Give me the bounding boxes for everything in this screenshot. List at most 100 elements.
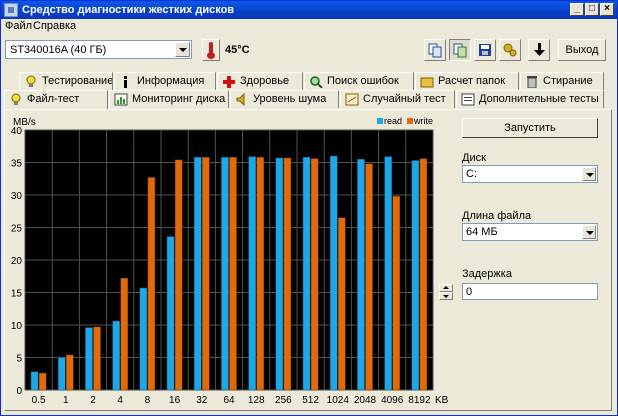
run-button[interactable]: Запустить — [462, 118, 598, 138]
tab-testing[interactable]: Тестирование — [19, 72, 113, 90]
bar-read — [166, 236, 175, 391]
tab-noise-level[interactable]: Уровень шума — [230, 90, 339, 108]
minimize-button[interactable]: _ — [570, 3, 584, 16]
bar-read — [139, 287, 148, 391]
window-title: Средство диагностики жестких дисков — [22, 4, 235, 16]
bar-write — [283, 157, 292, 391]
save-icon — [479, 44, 491, 56]
x-tick-label: 1 — [63, 395, 69, 406]
tab-label: Расчет папок — [438, 75, 506, 87]
tab-disk-monitor[interactable]: Мониторинг диска — [109, 90, 229, 108]
bar-read — [57, 357, 66, 391]
tab-label: Стирание — [543, 75, 593, 87]
x-tick-label: 4096 — [381, 395, 404, 406]
chevron-down-icon[interactable] — [582, 167, 596, 181]
bar-write — [66, 354, 74, 391]
settings-button[interactable] — [499, 39, 521, 61]
extra-tests-icon — [461, 93, 475, 106]
tab-erase[interactable]: Стирание — [520, 72, 604, 90]
bulb-icon — [26, 75, 36, 87]
file-length-select[interactable]: 64 МБ — [462, 223, 598, 241]
bar-write — [365, 163, 373, 391]
tab-health[interactable]: Здоровье — [217, 72, 303, 90]
bar-write — [93, 326, 101, 391]
x-axis-unit: KB — [435, 395, 449, 406]
x-tick-label: 16 — [169, 395, 181, 406]
x-tick-label: 32 — [196, 395, 208, 406]
copy-icon — [428, 43, 442, 58]
file-length-label: Длина файла — [462, 210, 532, 222]
monitor-chart-icon — [114, 93, 128, 106]
tab-error-scan[interactable]: Поиск ошибок — [304, 72, 414, 90]
legend-read-swatch — [377, 118, 383, 124]
drive-select-value: ST340016A (40 ГБ) — [10, 44, 107, 56]
thermometer-icon — [202, 39, 220, 61]
copy-active-button[interactable] — [449, 39, 471, 61]
tab-random-test[interactable]: Случайный тест — [340, 90, 455, 108]
legend-write-swatch — [407, 118, 413, 124]
tab-label: Здоровье — [240, 75, 290, 87]
x-tick-label: 4 — [117, 395, 123, 406]
tab-folder-calc[interactable]: Расчет папок — [415, 72, 519, 90]
bar-write — [338, 217, 346, 391]
tab-info[interactable]: Информация — [114, 72, 216, 90]
toolbar: ST340016A (40 ГБ) 45°C Выход — [1, 34, 617, 68]
tab-extra-tests[interactable]: Дополнительные тесты — [456, 90, 604, 108]
delay-spin-up[interactable] — [439, 284, 453, 292]
y-tick-label: 10 — [11, 321, 23, 332]
tab-label: Поиск ошибок — [327, 75, 399, 87]
tab-label: Информация — [137, 75, 205, 87]
bar-read — [357, 159, 365, 391]
bar-read — [302, 157, 311, 391]
tab-label: Дополнительные тесты — [479, 93, 599, 105]
health-cross-icon — [223, 76, 235, 88]
settings-icon — [503, 43, 517, 57]
temperature-readout: 45°C — [225, 44, 250, 56]
menu-help[interactable]: Справка — [33, 20, 76, 32]
exit-button[interactable]: Выход — [558, 39, 606, 61]
bar-write — [174, 159, 183, 391]
drive-select[interactable]: ST340016A (40 ГБ) — [5, 40, 192, 59]
folder-icon — [420, 77, 434, 88]
y-axis-label: MB/s — [13, 117, 36, 128]
file-length-select-value: 64 МБ — [466, 226, 498, 238]
x-tick-label: 2 — [90, 395, 96, 406]
y-tick-label: 30 — [11, 191, 23, 202]
x-tick-label: 64 — [223, 395, 235, 406]
bar-write — [147, 177, 156, 391]
bar-write — [310, 158, 319, 391]
x-tick-label: 2048 — [354, 395, 377, 406]
bar-read — [275, 157, 284, 391]
tab-label: Случайный тест — [363, 93, 446, 105]
speaker-icon — [236, 93, 245, 106]
bar-write — [419, 158, 428, 391]
bar-read — [85, 327, 93, 391]
bar-read — [329, 155, 338, 391]
down-arrow-icon — [534, 43, 545, 56]
copy-button[interactable] — [424, 39, 446, 61]
x-tick-label: 0.5 — [32, 395, 46, 406]
random-icon — [345, 93, 359, 106]
y-tick-label: 25 — [11, 224, 23, 235]
disk-label: Диск — [462, 152, 486, 164]
copy-active-icon — [453, 43, 467, 58]
delay-input[interactable]: 0 — [462, 283, 598, 300]
tab-label: Уровень шума — [253, 93, 327, 105]
download-button[interactable] — [528, 39, 550, 61]
bar-read — [221, 157, 229, 391]
maximize-button[interactable]: □ — [585, 3, 599, 16]
save-button[interactable] — [474, 39, 496, 61]
close-button[interactable]: × — [600, 3, 614, 16]
chevron-down-icon[interactable] — [582, 225, 596, 239]
menu-file[interactable]: Файл — [5, 20, 32, 32]
bar-write — [120, 277, 129, 391]
delay-spin-down[interactable] — [439, 292, 453, 300]
x-tick-label: 256 — [275, 395, 292, 406]
file-test-panel: 0 5 10 15 20 25 30 35 40 MB/s 0.5 1 2 4 8 16 32 64 128 256 5… — [4, 109, 612, 411]
speed-chart: 0510152025303540MB/s0.5 1 2 4 8 16 32 64 128 256 5… — [11, 116, 449, 406]
chevron-down-icon[interactable] — [175, 42, 190, 57]
legend-write-label: write — [413, 116, 433, 126]
tab-file-test[interactable]: Файл-тест — [4, 90, 108, 110]
tab-strip: Тестирование Информация Здоровье Поиск о… — [1, 72, 617, 110]
disk-select[interactable]: C: — [462, 165, 598, 183]
